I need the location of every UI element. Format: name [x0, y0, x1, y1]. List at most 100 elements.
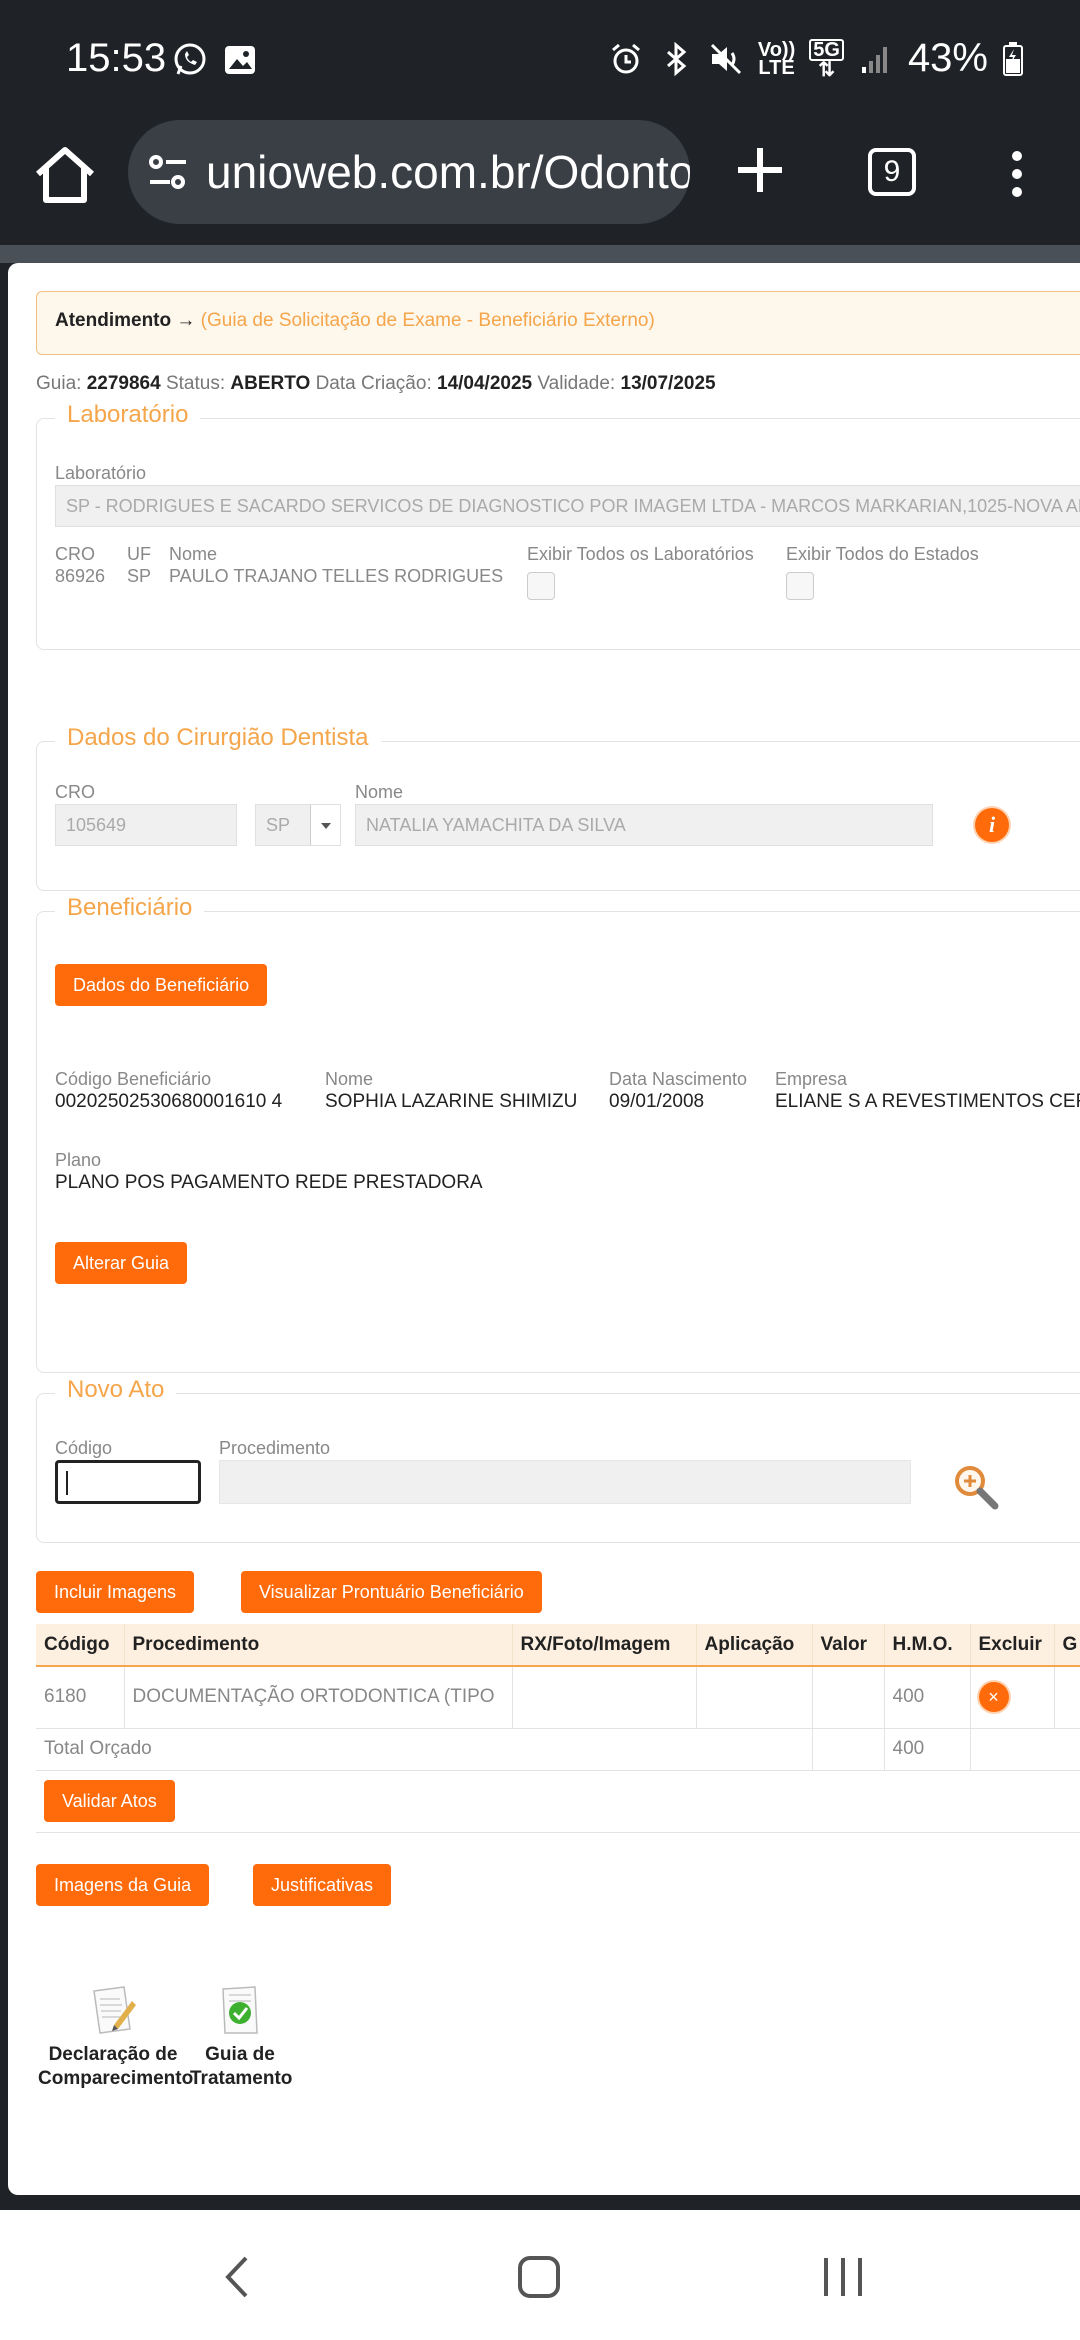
created-value: 14/04/2025	[437, 373, 533, 394]
dentista-nome-label: Nome	[355, 782, 404, 802]
home-nav-icon[interactable]	[514, 2252, 564, 2302]
col-excluir: Excluir	[970, 1624, 1055, 1667]
col-codigo: Código	[36, 1624, 125, 1667]
total-row: Total Orçado 400	[36, 1728, 1080, 1771]
show-all-labs-label: Exibir Todos os Laboratórios	[527, 544, 754, 564]
recents-icon[interactable]	[818, 2252, 868, 2302]
alarm-icon	[608, 41, 644, 77]
guia-tratamento-link[interactable]: Guia de Tratamento	[190, 1983, 293, 2091]
codigo-beneficiario-value: 00202502530680001610 4	[55, 1091, 283, 1112]
lab-cro-label: CRO	[55, 544, 95, 564]
laboratorio-legend: Laboratório	[55, 401, 201, 429]
back-icon[interactable]	[214, 2252, 264, 2302]
beneficiario-legend: Beneficiário	[55, 894, 205, 922]
data-arrows-icon: ⇅	[818, 58, 835, 81]
imagens-guia-button[interactable]: Imagens da Guia	[36, 1864, 210, 1906]
declaracao-comparecimento-link[interactable]: Declaração de Comparecimento	[38, 1983, 194, 2091]
breadcrumb-arrow: →	[176, 310, 196, 331]
laboratorio-field[interactable]: SP - RODRIGUES E SACARDO SERVICOS DE DIA…	[55, 485, 1080, 527]
guia-label: Guia:	[36, 373, 82, 394]
visualizar-prontuario-button[interactable]: Visualizar Prontuário Beneficiário	[241, 1571, 542, 1613]
procedimento-input[interactable]	[219, 1460, 911, 1504]
text-caret	[66, 1471, 68, 1495]
novo-ato-legend: Novo Ato	[55, 1376, 177, 1404]
battery-percent: 43%	[907, 36, 988, 80]
plano-value: PLANO POS PAGAMENTO REDE PRESTADORA	[55, 1172, 483, 1193]
dentista-cro-label: CRO	[55, 782, 95, 802]
status-bar: 15:53 Vo)) LTE 5G ⇅ 43%	[0, 0, 1080, 120]
tab-switcher-button[interactable]: 9	[868, 148, 916, 196]
empresa-value: ELIANE S A REVESTIMENTOS CERA	[775, 1091, 1080, 1112]
info-icon[interactable]: i	[975, 808, 1009, 842]
validar-cell: Validar Atos	[36, 1770, 1080, 1833]
validar-atos-button[interactable]: Validar Atos	[44, 1780, 175, 1822]
dentista-uf-value: SP	[266, 815, 291, 835]
volte-indicator: Vo)) LTE	[757, 38, 796, 78]
site-settings-icon[interactable]	[146, 150, 190, 194]
codigo-beneficiario-label: Código Beneficiário	[55, 1069, 212, 1089]
valid-value: 13/07/2025	[620, 373, 716, 394]
codigo-input[interactable]	[55, 1460, 201, 1504]
novo-procedimento-label: Procedimento	[219, 1438, 331, 1458]
row-codigo: 6180	[36, 1666, 125, 1729]
document-pencil-icon	[88, 1983, 138, 2037]
guia-line2: Tratamento	[190, 2068, 293, 2089]
dentista-cro-field[interactable]: 105649	[55, 804, 237, 846]
dentista-uf-select[interactable]: SP	[255, 804, 341, 846]
new-tab-icon[interactable]	[730, 140, 790, 200]
row-excluir-cell: ×	[970, 1666, 1055, 1729]
battery-icon	[1002, 41, 1024, 77]
atos-table: Código Procedimento RX/Foto/Imagem Aplic…	[36, 1624, 1080, 1833]
novo-codigo-label: Código	[55, 1438, 113, 1458]
total-label: Total Orçado	[36, 1728, 813, 1771]
row-aplicacao	[696, 1666, 813, 1729]
total-hmo: 400	[884, 1728, 971, 1771]
alterar-guia-button[interactable]: Alterar Guia	[55, 1242, 188, 1284]
declaracao-line2: Comparecimento	[38, 2068, 194, 2089]
guia-number: 2279864	[86, 373, 161, 394]
delete-icon[interactable]: ×	[978, 1682, 1009, 1713]
beneficiario-section: Beneficiário Dados do Beneficiário Códig…	[36, 894, 1080, 1373]
dados-beneficiario-button[interactable]: Dados do Beneficiário	[55, 964, 268, 1006]
laboratorio-section: Laboratório Laboratório SP - RODRIGUES E…	[36, 401, 1080, 650]
status-label: Status:	[165, 373, 226, 394]
home-icon[interactable]	[30, 140, 100, 210]
search-icon[interactable]	[951, 1462, 999, 1510]
dentista-nome-field[interactable]: NATALIA YAMACHITA DA SILVA	[355, 804, 933, 846]
signal-icon	[858, 41, 894, 77]
nascimento-label: Data Nascimento	[609, 1069, 748, 1089]
lab-nome-value: PAULO TRAJANO TELLES RODRIGUES	[169, 566, 504, 586]
breadcrumb-current: (Guia de Solicitação de Exame - Benefici…	[200, 310, 655, 331]
row-g	[1054, 1666, 1080, 1729]
guia-line1: Guia de	[205, 2044, 275, 2065]
status-value: ABERTO	[230, 373, 311, 394]
show-all-labs-checkbox[interactable]	[527, 572, 555, 600]
gallery-icon	[222, 42, 258, 78]
more-menu-icon[interactable]	[1010, 150, 1024, 198]
row-rx	[512, 1666, 697, 1729]
system-icons: Vo)) LTE 5G ⇅ 43%	[608, 36, 1024, 81]
incluir-imagens-button[interactable]: Incluir Imagens	[36, 1571, 195, 1613]
bluetooth-icon	[658, 41, 694, 77]
notification-icons	[172, 42, 258, 78]
volte-top-label: Vo))	[757, 38, 796, 61]
row-valor	[812, 1666, 885, 1729]
justificativas-button[interactable]: Justificativas	[253, 1864, 392, 1906]
url-text: unioweb.com.br/Odonto	[206, 146, 690, 198]
col-rx: RX/Foto/Imagem	[512, 1624, 697, 1667]
lab-cro-value: 86926	[55, 566, 106, 586]
breadcrumb: Atendimento → (Guia de Solicitação de Ex…	[36, 291, 1080, 355]
col-hmo: H.M.O.	[884, 1624, 971, 1667]
show-all-states-checkbox[interactable]	[786, 572, 814, 600]
address-bar[interactable]: unioweb.com.br/Odonto	[128, 120, 690, 224]
breadcrumb-section[interactable]: Atendimento	[55, 310, 171, 331]
novo-ato-section: Novo Ato Código Procedimento	[36, 1376, 1080, 1543]
network-indicator: 5G ⇅	[809, 38, 844, 81]
document-check-icon	[215, 1983, 265, 2037]
show-all-states-label: Exibir Todos do Estados	[786, 544, 979, 564]
row-hmo: 400	[884, 1666, 971, 1729]
whatsapp-icon	[172, 42, 208, 78]
empresa-label: Empresa	[775, 1069, 848, 1089]
table-header-row: Código Procedimento RX/Foto/Imagem Aplic…	[36, 1624, 1080, 1667]
col-valor: Valor	[812, 1624, 885, 1667]
